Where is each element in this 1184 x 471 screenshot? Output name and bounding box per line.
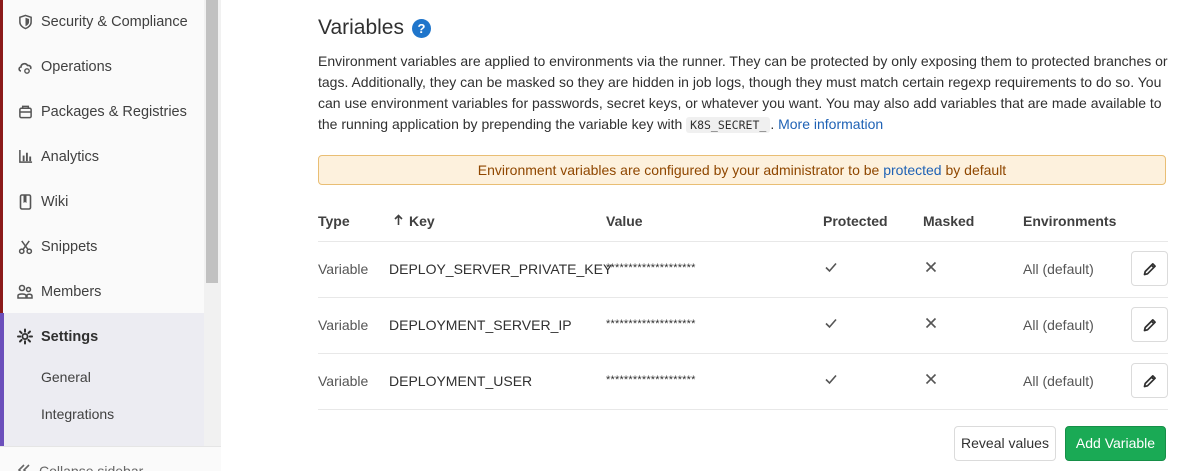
- protected-alert: Environment variables are configured by …: [318, 155, 1166, 185]
- close-icon: [925, 317, 937, 329]
- description-separator: .: [770, 116, 779, 132]
- column-header-type: Type: [318, 213, 350, 229]
- collapse-sidebar-label: Collapse sidebar: [39, 463, 144, 471]
- reveal-values-button[interactable]: Reveal values: [954, 426, 1056, 461]
- edit-variable-button[interactable]: [1131, 363, 1168, 398]
- sidebar-item-operations[interactable]: Operations: [0, 44, 204, 89]
- variables-title: Variables: [318, 16, 404, 39]
- book-icon: [17, 193, 33, 210]
- sidebar-subitem-integrations[interactable]: Integrations: [41, 406, 114, 422]
- sidebar-item-settings[interactable]: Settings: [0, 314, 204, 359]
- chart-icon: [17, 149, 33, 165]
- sidebar-item-label: Members: [41, 283, 102, 300]
- key-header-label: Key: [409, 213, 435, 229]
- package-icon: [17, 104, 33, 120]
- check-icon: [825, 318, 837, 329]
- pencil-icon: [1143, 374, 1156, 387]
- variable-environment: All (default): [1023, 373, 1094, 389]
- gear-icon: [17, 328, 33, 345]
- sidebar-scroll-thumb[interactable]: [206, 0, 218, 283]
- sidebar-item-snippets[interactable]: Snippets: [0, 224, 204, 269]
- users-icon: [17, 284, 33, 300]
- column-header-protected: Protected: [823, 213, 888, 229]
- variables-description: Environment variables are applied to env…: [318, 51, 1168, 136]
- column-header-value: Value: [606, 213, 643, 229]
- page-title: Variables ?: [318, 16, 431, 40]
- column-header-environments: Environments: [1023, 213, 1117, 229]
- shield-icon: [17, 14, 33, 30]
- sidebar-item-label: Security & Compliance: [41, 13, 188, 30]
- protected-link[interactable]: protected: [883, 162, 941, 178]
- alert-text: Environment variables are configured by …: [477, 162, 884, 178]
- cloud-gear-icon: [17, 59, 33, 75]
- divider: [318, 409, 1168, 410]
- edit-variable-button[interactable]: [1131, 307, 1168, 342]
- variable-value: ********************: [606, 318, 696, 330]
- variable-type: Variable: [318, 261, 369, 277]
- pencil-icon: [1143, 318, 1156, 331]
- column-header-masked: Masked: [923, 213, 975, 229]
- sidebar-item-packages-registries[interactable]: Packages & Registries: [0, 89, 204, 134]
- scissors-icon: [17, 239, 33, 255]
- add-variable-button[interactable]: Add Variable: [1065, 426, 1166, 461]
- sidebar-subitem-general[interactable]: General: [41, 369, 91, 385]
- sidebar-item-analytics[interactable]: Analytics: [0, 134, 204, 179]
- sort-arrow-up-icon: [394, 213, 403, 229]
- sidebar-item-members[interactable]: Members: [0, 269, 204, 314]
- more-information-link[interactable]: More information: [778, 116, 883, 132]
- sidebar-item-label: Operations: [41, 58, 112, 75]
- double-chevron-left-icon: [17, 463, 31, 471]
- divider: [318, 297, 1168, 298]
- variable-value: ********************: [606, 374, 696, 386]
- variable-value: ********************: [606, 262, 696, 274]
- variable-type: Variable: [318, 373, 369, 389]
- sidebar-item-label: Snippets: [41, 238, 98, 255]
- sidebar: Security & Compliance Operations Package…: [0, 0, 221, 471]
- sidebar-item-label: Analytics: [41, 148, 100, 165]
- variable-environment: All (default): [1023, 261, 1094, 277]
- alert-text-end: by default: [941, 162, 1007, 178]
- help-icon[interactable]: ?: [412, 18, 431, 38]
- check-icon: [825, 262, 837, 273]
- k8s-secret-code: K8S_SECRET_: [686, 117, 771, 133]
- close-icon: [925, 373, 937, 385]
- check-icon: [825, 374, 837, 385]
- divider: [318, 353, 1168, 354]
- sidebar-item-wiki[interactable]: Wiki: [0, 179, 204, 224]
- sidebar-item-label: Packages & Registries: [41, 103, 187, 120]
- variable-key: DEPLOYMENT_USER: [389, 373, 533, 389]
- edit-variable-button[interactable]: [1131, 251, 1168, 286]
- close-icon: [925, 261, 937, 273]
- divider: [318, 241, 1168, 242]
- variable-type: Variable: [318, 317, 369, 333]
- column-header-key[interactable]: Key: [394, 213, 435, 229]
- variable-environment: All (default): [1023, 317, 1094, 333]
- collapse-sidebar-button[interactable]: Collapse sidebar: [0, 446, 221, 471]
- pencil-icon: [1143, 262, 1156, 275]
- variable-key: DEPLOYMENT_SERVER_IP: [389, 317, 572, 333]
- sidebar-item-label: Wiki: [41, 193, 69, 210]
- sidebar-item-security-compliance[interactable]: Security & Compliance: [0, 0, 204, 44]
- variable-key: DEPLOY_SERVER_PRIVATE_KEY: [389, 261, 613, 277]
- sidebar-item-label: Settings: [41, 328, 99, 345]
